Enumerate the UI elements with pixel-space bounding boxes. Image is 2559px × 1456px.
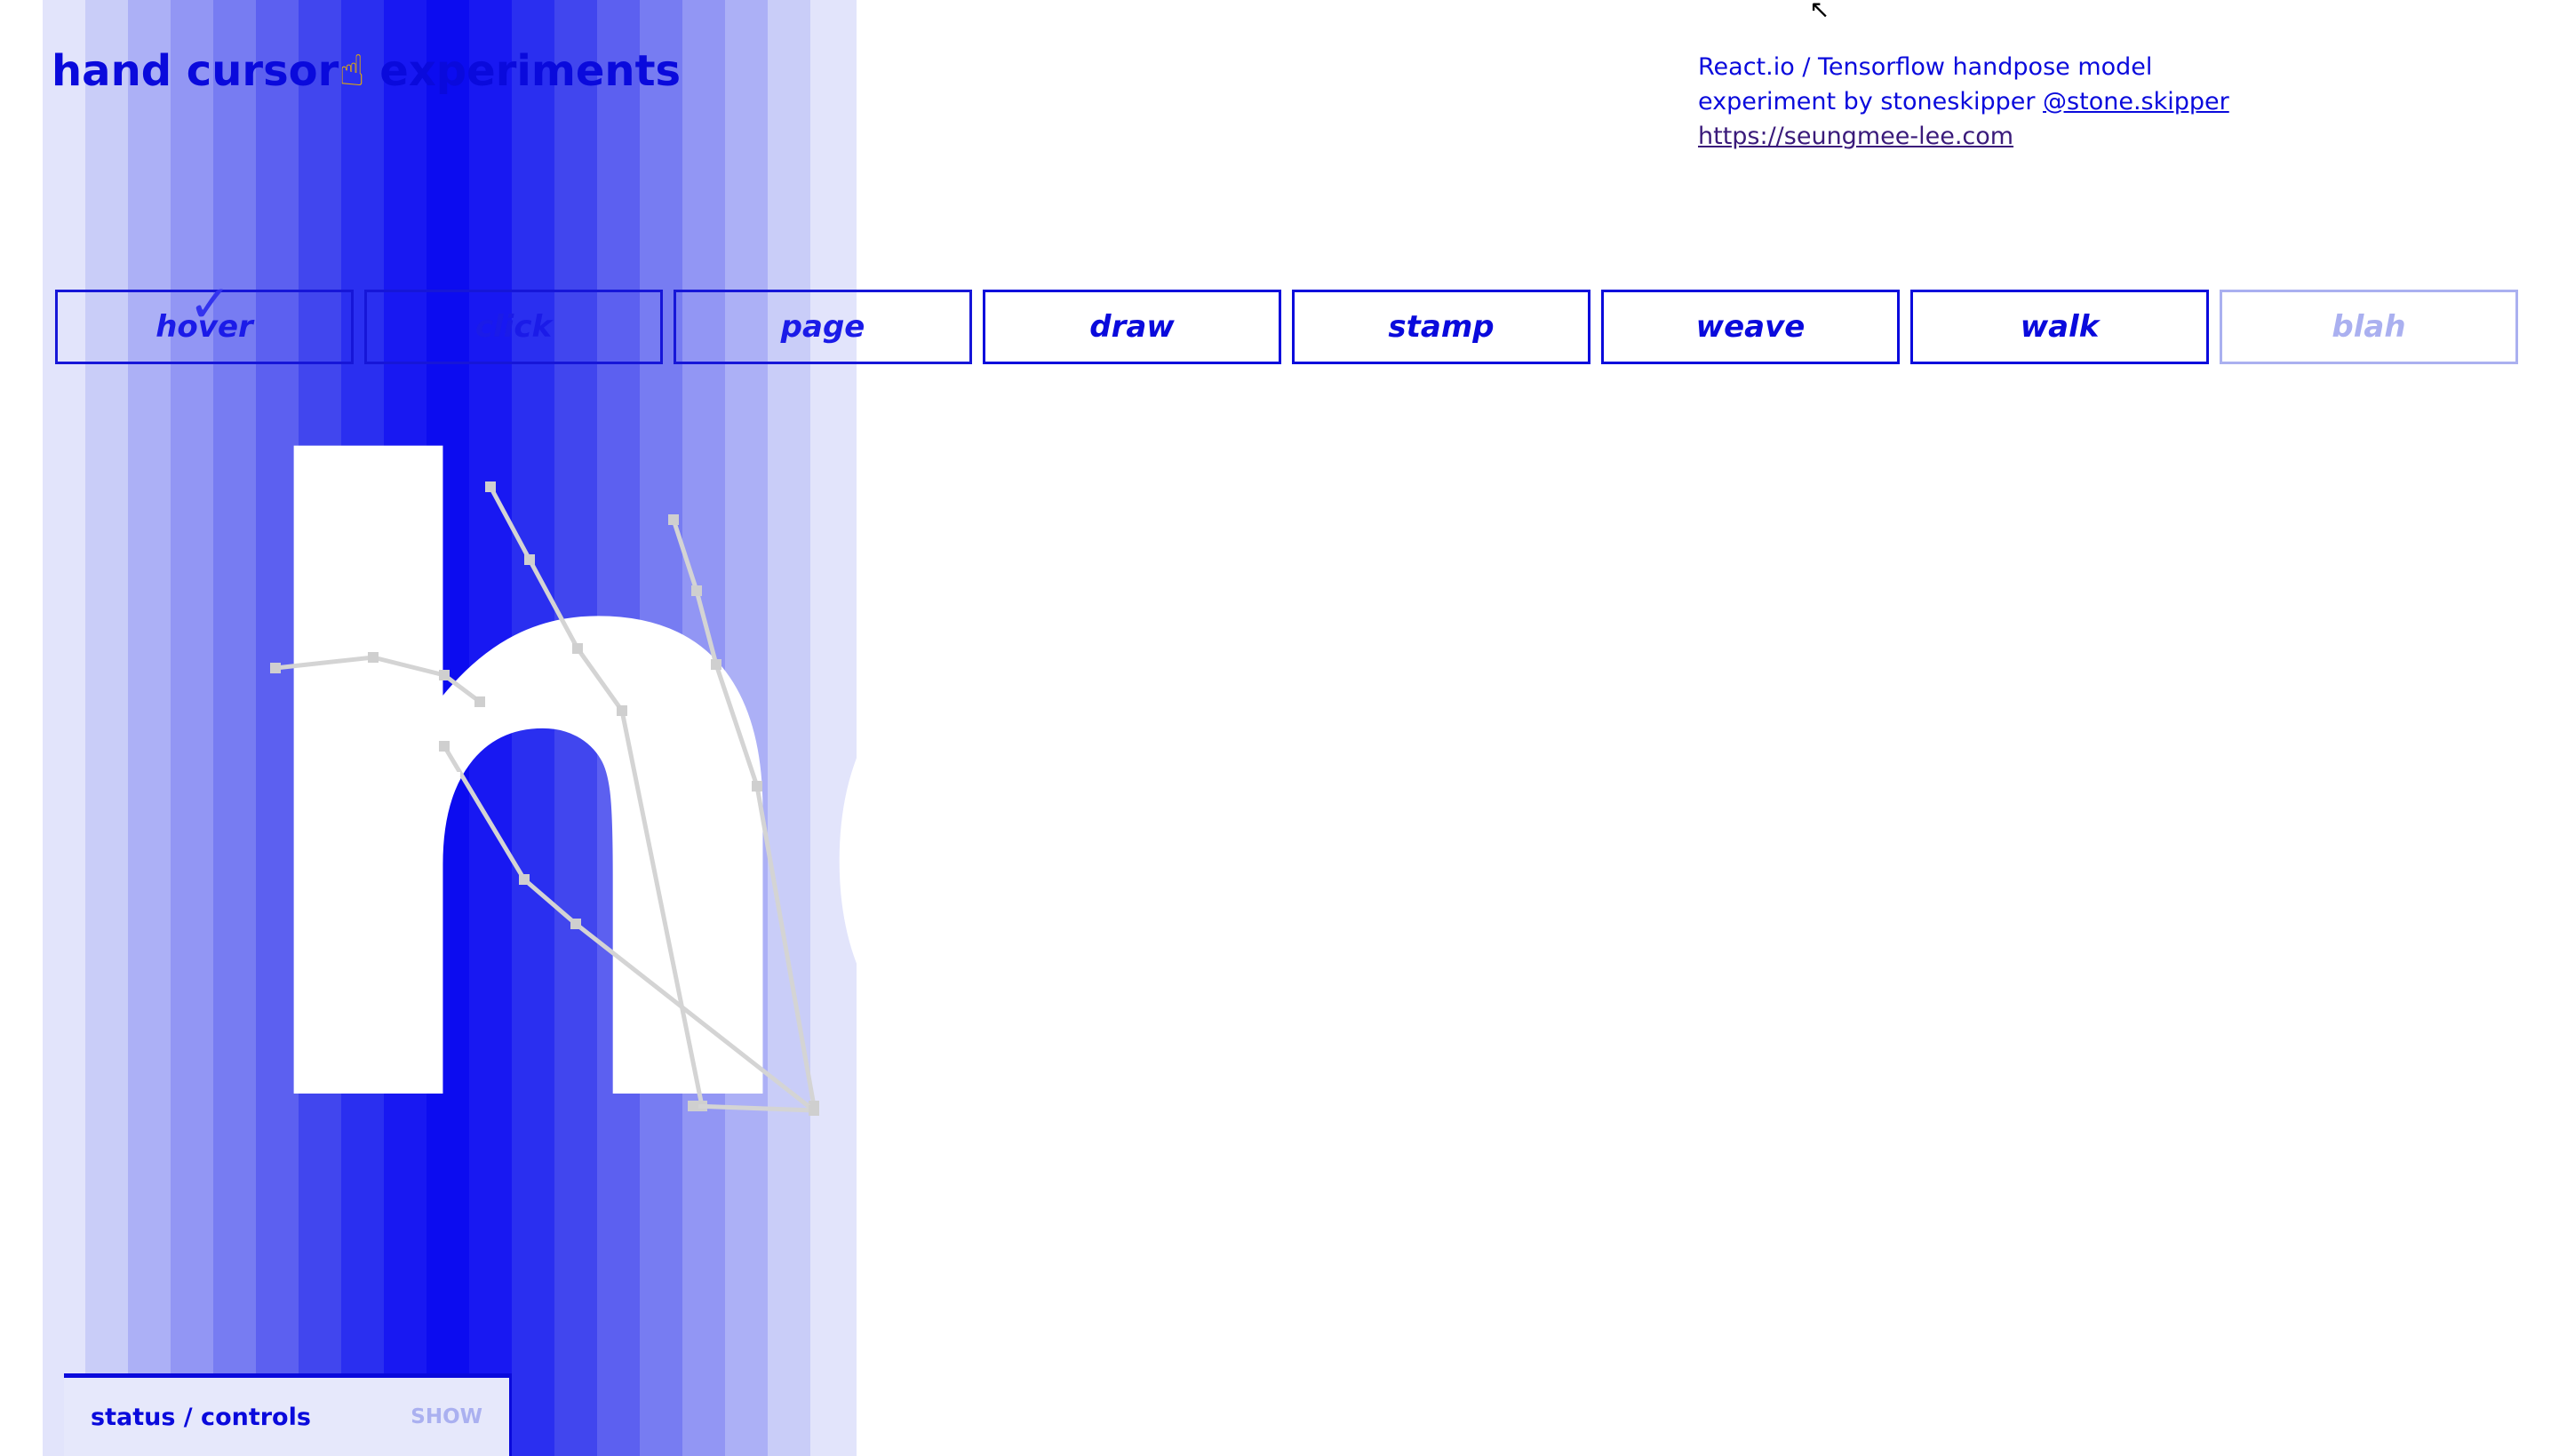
hand-joint	[688, 1101, 698, 1111]
hand-joint	[270, 663, 281, 673]
hand-bone-line	[488, 485, 705, 1107]
hand-joint	[691, 585, 702, 596]
tab-draw[interactable]: draw	[983, 290, 1281, 364]
status-label: status / controls	[91, 1403, 311, 1431]
hand-joint	[439, 670, 450, 680]
show-toggle-button[interactable]: SHOW	[411, 1405, 482, 1428]
tab-label: walk	[2020, 309, 2100, 345]
hand-joint	[519, 874, 530, 885]
hand-joint	[485, 481, 496, 492]
tab-label: weave	[1695, 309, 1806, 345]
hand-joint	[474, 696, 485, 707]
tab-label: draw	[1089, 309, 1175, 345]
tab-label: click	[474, 309, 553, 345]
title-text-2: experiments	[364, 46, 682, 96]
page-title: hand cursor☝ experiments	[52, 46, 681, 96]
status-controls-panel: status / controls SHOW	[64, 1373, 512, 1456]
tab-label: blah	[2332, 309, 2406, 345]
credits-line-2: experiment by stoneskipper @stone.skippe…	[1698, 84, 2229, 119]
website-link[interactable]: https://seungmee-lee.com	[1698, 123, 2013, 150]
mouse-pointer-icon: ↖	[1809, 0, 1830, 24]
instagram-link[interactable]: @stone.skipper	[2043, 88, 2229, 115]
hand-joint	[570, 919, 581, 929]
hand-bone-line	[692, 1103, 815, 1113]
hand-joint	[668, 514, 679, 525]
tab-blah[interactable]: blah	[2220, 290, 2518, 364]
hand-joint	[752, 781, 762, 792]
tab-stamp[interactable]: stamp	[1292, 290, 1590, 364]
hand-visualization-area: hover +	[0, 0, 857, 1456]
hand-joint	[617, 705, 627, 716]
hand-joint	[368, 652, 379, 663]
pointing-finger-icon: ☝	[339, 46, 365, 96]
credits: React.io / Tensorflow handpose model exp…	[1698, 50, 2229, 154]
credits-line-1: React.io / Tensorflow handpose model	[1698, 53, 2153, 81]
hand-joint	[524, 554, 535, 565]
tab-walk[interactable]: walk	[1910, 290, 2209, 364]
checkmark-icon: ✓	[188, 274, 232, 334]
tab-label: page	[780, 309, 865, 345]
tab-page[interactable]: page	[674, 290, 972, 364]
tab-click[interactable]: click	[364, 290, 663, 364]
tab-label: stamp	[1388, 309, 1495, 345]
hand-joint	[572, 643, 583, 654]
title-text-1: hand cursor	[52, 46, 339, 96]
hand-joint	[711, 659, 721, 670]
hand-joint	[809, 1105, 819, 1116]
credits-author: experiment by stoneskipper	[1698, 88, 2044, 115]
hand-skeleton: +	[270, 481, 819, 1116]
tab-weave[interactable]: weave	[1601, 290, 1900, 364]
crosshair-icon: +	[421, 742, 466, 804]
